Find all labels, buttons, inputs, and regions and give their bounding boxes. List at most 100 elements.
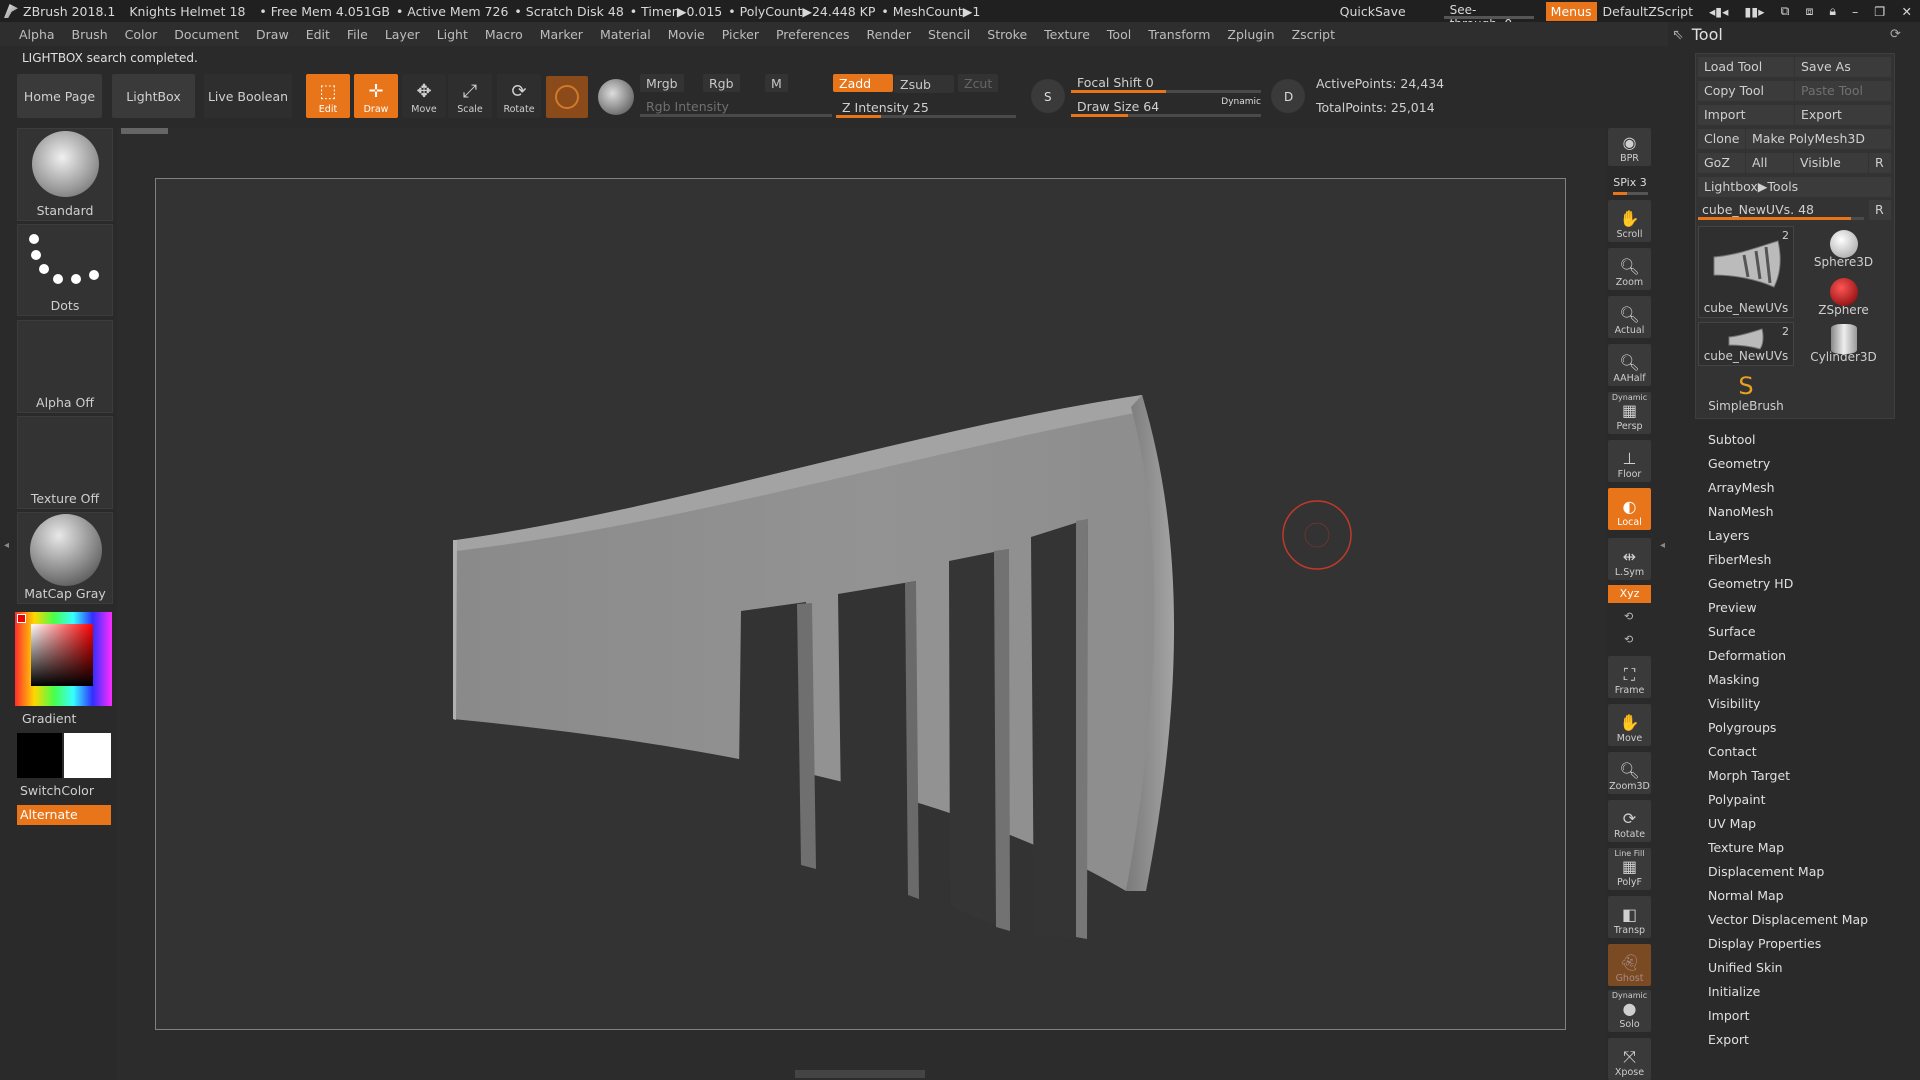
move-button[interactable]: ✥ Move xyxy=(402,74,446,118)
section-initialize[interactable]: Initialize xyxy=(1708,984,1760,999)
section-polypaint[interactable]: Polypaint xyxy=(1708,792,1766,807)
menu-file[interactable]: File xyxy=(347,27,368,42)
aahalf-button[interactable]: 🔍︎ AAHalf xyxy=(1608,344,1651,386)
m-button[interactable]: M xyxy=(765,74,788,92)
section-masking[interactable]: Masking xyxy=(1708,672,1760,687)
lightbox-tools-button[interactable]: Lightbox▶Tools xyxy=(1698,177,1891,197)
color-picker[interactable] xyxy=(15,612,112,706)
menu-marker[interactable]: Marker xyxy=(540,27,583,42)
viewport-scroll-handle[interactable] xyxy=(121,128,168,134)
zadd-button[interactable]: Zadd xyxy=(833,74,893,92)
color-square[interactable] xyxy=(31,624,93,686)
ghost-button[interactable]: 👻︎ Ghost xyxy=(1608,944,1651,986)
section-preview[interactable]: Preview xyxy=(1708,600,1757,615)
section-geometry[interactable]: Geometry xyxy=(1708,456,1770,471)
focal-shift-slider[interactable]: Focal Shift 0 xyxy=(1071,73,1261,93)
material-slot[interactable]: MatCap Gray xyxy=(17,512,113,604)
lsym-button[interactable]: ⇹ L.Sym xyxy=(1608,538,1651,580)
scale-button[interactable]: ⤢ Scale xyxy=(448,74,492,118)
xyz-button[interactable]: Xyz xyxy=(1608,585,1651,603)
menu-light[interactable]: Light xyxy=(437,27,468,42)
default-zscript-button[interactable]: DefaultZScript xyxy=(1603,4,1694,19)
rotate-button[interactable]: ⟳ Rotate xyxy=(497,74,541,118)
menu-zplugin[interactable]: Zplugin xyxy=(1227,27,1274,42)
menu-stencil[interactable]: Stencil xyxy=(928,27,970,42)
rotate-axis-icon-2[interactable]: ⟲ xyxy=(1624,633,1633,646)
make-polymesh-button[interactable]: Make PolyMesh3D xyxy=(1746,129,1891,149)
move-view-button[interactable]: ✋ Move xyxy=(1608,704,1651,746)
section-geometry-hd[interactable]: Geometry HD xyxy=(1708,576,1793,591)
transp-button[interactable]: ◧ Transp xyxy=(1608,896,1651,938)
goz-button[interactable]: GoZ xyxy=(1698,153,1745,173)
texture-slot[interactable]: Texture Off xyxy=(17,416,113,509)
bpr-button[interactable]: ◉ BPR xyxy=(1608,128,1651,166)
menu-color[interactable]: Color xyxy=(125,27,158,42)
left-tray-collapse-icon[interactable]: ◂ xyxy=(4,540,9,551)
section-subtool[interactable]: Subtool xyxy=(1708,432,1755,447)
clone-button[interactable]: Clone xyxy=(1698,129,1745,149)
persp-button[interactable]: Dynamic ▦ Persp xyxy=(1608,392,1651,434)
lightbox-button[interactable]: LightBox xyxy=(112,74,195,118)
color-sphere-icon[interactable] xyxy=(598,79,634,115)
minimize-icon[interactable]: – xyxy=(1852,4,1858,19)
material-swatch[interactable] xyxy=(546,76,588,118)
draw-button[interactable]: ✛ Draw xyxy=(354,74,398,118)
alternate-button[interactable]: Alternate xyxy=(17,805,111,825)
secondary-color-swatch[interactable] xyxy=(64,733,111,778)
section-texture-map[interactable]: Texture Map xyxy=(1708,840,1784,855)
section-uv-map[interactable]: UV Map xyxy=(1708,816,1756,831)
section-import[interactable]: Import xyxy=(1708,1008,1750,1023)
load-tool-button[interactable]: Load Tool xyxy=(1698,57,1794,77)
section-visibility[interactable]: Visibility xyxy=(1708,696,1760,711)
menu-brush[interactable]: Brush xyxy=(72,27,108,42)
bottom-tray-handle[interactable] xyxy=(795,1070,925,1078)
tool-thumb-simplebrush[interactable]: S SimpleBrush xyxy=(1698,370,1794,415)
quicksave-button[interactable]: QuickSave xyxy=(1340,4,1406,19)
tool-r-button[interactable]: R xyxy=(1869,200,1891,220)
menu-document[interactable]: Document xyxy=(174,27,239,42)
floor-button[interactable]: ⊥ Floor xyxy=(1608,440,1651,482)
draw-size-slider[interactable]: Draw Size 64 Dynamic xyxy=(1071,97,1261,117)
section-deformation[interactable]: Deformation xyxy=(1708,648,1786,663)
rotate-axis-icon-1[interactable]: ⟲ xyxy=(1624,610,1633,623)
xpose-button[interactable]: ⤧ Xpose xyxy=(1608,1038,1651,1080)
see-through-slider[interactable]: See-through 0 xyxy=(1443,2,1534,31)
rotate-view-button[interactable]: ⟳ Rotate xyxy=(1608,800,1651,842)
zoom-button[interactable]: 🔍︎ Zoom xyxy=(1608,248,1651,290)
zoom3d-button[interactable]: 🔍︎ Zoom3D xyxy=(1608,752,1651,794)
menu-tool[interactable]: Tool xyxy=(1107,27,1131,42)
section-normal-map[interactable]: Normal Map xyxy=(1708,888,1784,903)
layout-icon-2[interactable]: ▮▮▸ xyxy=(1744,4,1764,19)
layout-icon-1[interactable]: ◂▮◂ xyxy=(1709,4,1728,19)
tool-pin-icon[interactable]: ⇖ xyxy=(1672,27,1684,43)
tool-thumb-cube-newuvs-2[interactable]: 2 cube_NewUVs xyxy=(1698,322,1794,366)
menu-stroke[interactable]: Stroke xyxy=(987,27,1027,42)
restore-icon[interactable]: ❐ xyxy=(1874,4,1885,19)
frame-button[interactable]: ⛶ Frame xyxy=(1608,656,1651,698)
document-icon[interactable]: ⧈ xyxy=(1805,3,1813,19)
section-morph-target[interactable]: Morph Target xyxy=(1708,768,1790,783)
rgb-button[interactable]: Rgb xyxy=(703,74,740,92)
section-unified-skin[interactable]: Unified Skin xyxy=(1708,960,1783,975)
import-button[interactable]: Import xyxy=(1698,105,1794,125)
section-displacement-map[interactable]: Displacement Map xyxy=(1708,864,1824,879)
home-page-button[interactable]: Home Page xyxy=(17,74,102,118)
goz-all-button[interactable]: All xyxy=(1746,153,1793,173)
zcut-button[interactable]: Zcut xyxy=(958,74,999,92)
menu-draw[interactable]: Draw xyxy=(256,27,289,42)
menu-alpha[interactable]: Alpha xyxy=(19,27,55,42)
live-boolean-button[interactable]: Live Boolean xyxy=(204,74,292,118)
palette-refresh-icon[interactable]: ⟳ xyxy=(1890,27,1901,42)
menu-edit[interactable]: Edit xyxy=(306,27,330,42)
document-swap-icon[interactable]: ⧉ xyxy=(1781,3,1790,19)
goz-visible-button[interactable]: Visible xyxy=(1794,153,1868,173)
switch-color-button[interactable]: SwitchColor xyxy=(20,783,94,798)
section-layers[interactable]: Layers xyxy=(1708,528,1749,543)
section-fibermesh[interactable]: FiberMesh xyxy=(1708,552,1771,567)
paste-tool-button[interactable]: Paste Tool xyxy=(1795,81,1891,101)
menu-picker[interactable]: Picker xyxy=(722,27,759,42)
zsub-button[interactable]: Zsub xyxy=(894,75,954,93)
close-icon[interactable]: ✕ xyxy=(1902,4,1912,19)
goz-r-button[interactable]: R xyxy=(1869,153,1891,173)
section-contact[interactable]: Contact xyxy=(1708,744,1757,759)
